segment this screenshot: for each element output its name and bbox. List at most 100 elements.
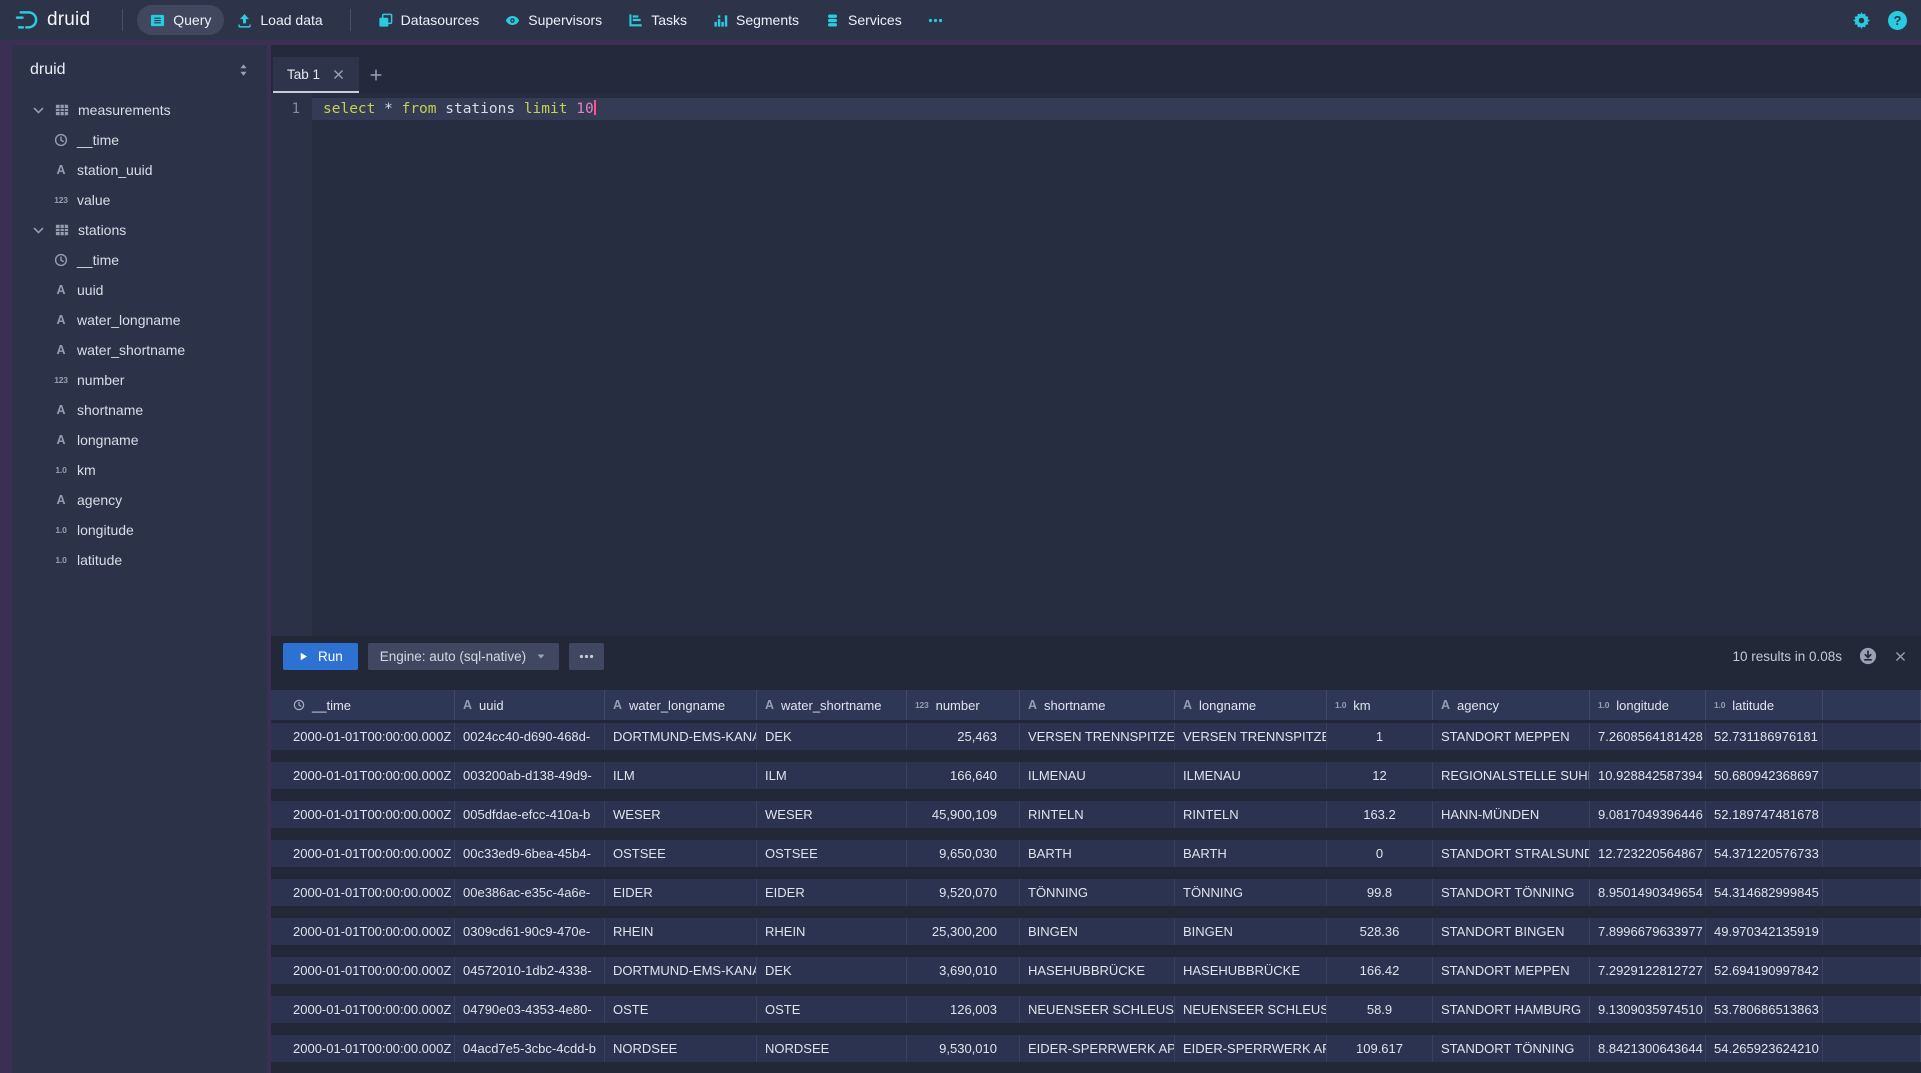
tree-column-longname[interactable]: Alongname	[12, 425, 267, 455]
table-cell-agency[interactable]: STANDORT MEPPEN	[1433, 957, 1590, 984]
tree-column-water-longname[interactable]: Awater_longname	[12, 305, 267, 335]
table-cell--time[interactable]: 2000-01-01T00:00:00.000Z	[285, 1035, 455, 1062]
header-cell-longname[interactable]: Alongname	[1175, 690, 1327, 720]
header-cell-uuid[interactable]: Auuid	[455, 690, 605, 720]
tree-column-value[interactable]: 123value	[12, 185, 267, 215]
new-tab-button[interactable]	[359, 57, 393, 93]
tree-table-stations[interactable]: stations	[12, 215, 267, 245]
table-cell-water-shortname[interactable]: OSTSEE	[757, 840, 907, 867]
table-cell-longitude[interactable]: 8.9501490349654	[1590, 879, 1706, 906]
table-cell-water-longname[interactable]: ILM	[605, 762, 757, 789]
table-cell-uuid[interactable]: 0024cc40-d690-468d-	[455, 723, 605, 750]
table-cell-km[interactable]: 163.2	[1327, 801, 1433, 828]
table-cell--time[interactable]: 2000-01-01T00:00:00.000Z	[285, 762, 455, 789]
sort-icon[interactable]	[238, 63, 249, 77]
table-cell-longitude[interactable]: 7.2608564181428	[1590, 723, 1706, 750]
table-cell-number[interactable]: 3,690,010	[907, 957, 1020, 984]
table-cell-water-longname[interactable]: RHEIN	[605, 918, 757, 945]
table-cell-uuid[interactable]: 0309cd61-90c9-470e-	[455, 918, 605, 945]
run-button[interactable]: Run	[283, 643, 358, 670]
tree-column-shortname[interactable]: Ashortname	[12, 395, 267, 425]
table-cell-uuid[interactable]: 04acd7e5-3cbc-4cdd-b	[455, 1035, 605, 1062]
table-cell-shortname[interactable]: ILMENAU	[1020, 762, 1175, 789]
table-cell-shortname[interactable]: NEUENSEER SCHLEUSE	[1020, 996, 1175, 1023]
table-cell-agency[interactable]: STANDORT MEPPEN	[1433, 723, 1590, 750]
table-cell-water-longname[interactable]: EIDER	[605, 879, 757, 906]
table-cell--time[interactable]: 2000-01-01T00:00:00.000Z	[285, 918, 455, 945]
table-cell-agency[interactable]: STANDORT TÖNNING	[1433, 1035, 1590, 1062]
header-cell-water-longname[interactable]: Awater_longname	[605, 690, 757, 720]
table-cell-number[interactable]: 25,300,200	[907, 918, 1020, 945]
tree-column-station-uuid[interactable]: Astation_uuid	[12, 155, 267, 185]
header-cell-shortname[interactable]: Ashortname	[1020, 690, 1175, 720]
nav-item-tasks[interactable]: Tasks	[615, 5, 700, 35]
table-cell-water-longname[interactable]: DORTMUND-EMS-KANAL	[605, 723, 757, 750]
table-cell-water-shortname[interactable]: OSTE	[757, 996, 907, 1023]
table-cell-water-shortname[interactable]: NORDSEE	[757, 1035, 907, 1062]
table-cell-agency[interactable]: STANDORT BINGEN	[1433, 918, 1590, 945]
header-cell-agency[interactable]: Aagency	[1433, 690, 1590, 720]
table-cell-km[interactable]: 99.8	[1327, 879, 1433, 906]
table-cell-longitude[interactable]: 8.8421300643644	[1590, 1035, 1706, 1062]
header-cell-longitude[interactable]: 1.0longitude	[1590, 690, 1706, 720]
table-cell-number[interactable]: 9,650,030	[907, 840, 1020, 867]
table-cell-km[interactable]: 12	[1327, 762, 1433, 789]
settings-gear-icon[interactable]	[1853, 12, 1870, 29]
table-cell-shortname[interactable]: TÖNNING	[1020, 879, 1175, 906]
tree-column-latitude[interactable]: 1.0latitude	[12, 545, 267, 575]
table-cell--time[interactable]: 2000-01-01T00:00:00.000Z	[285, 996, 455, 1023]
table-cell-longitude[interactable]: 9.0817049396446	[1590, 801, 1706, 828]
table-cell-longname[interactable]: EIDER-SPERRWERK AP	[1175, 1035, 1327, 1062]
table-cell-water-shortname[interactable]: WESER	[757, 801, 907, 828]
table-cell--time[interactable]: 2000-01-01T00:00:00.000Z	[285, 879, 455, 906]
table-cell-uuid[interactable]: 00e386ac-e35c-4a6e-	[455, 879, 605, 906]
code-area[interactable]: select * from stations limit 10	[312, 93, 1921, 636]
table-cell-water-shortname[interactable]: DEK	[757, 723, 907, 750]
header-cell--time[interactable]: __time	[285, 690, 455, 720]
nav-item-services[interactable]: Services	[812, 5, 915, 35]
brand[interactable]: druid	[14, 8, 90, 33]
table-cell-uuid[interactable]: 04572010-1db2-4338-	[455, 957, 605, 984]
table-cell-uuid[interactable]: 04790e03-4353-4e80-	[455, 996, 605, 1023]
table-cell-shortname[interactable]: VERSEN TRENNSPITZE	[1020, 723, 1175, 750]
table-cell-number[interactable]: 9,520,070	[907, 879, 1020, 906]
help-icon[interactable]: ?	[1888, 11, 1907, 30]
table-cell-uuid[interactable]: 003200ab-d138-49d9-	[455, 762, 605, 789]
table-cell-uuid[interactable]: 00c33ed9-6bea-45b4-	[455, 840, 605, 867]
table-cell-longname[interactable]: RINTELN	[1175, 801, 1327, 828]
table-cell-shortname[interactable]: EIDER-SPERRWERK AP	[1020, 1035, 1175, 1062]
table-cell-water-longname[interactable]: WESER	[605, 801, 757, 828]
table-cell-latitude[interactable]: 54.265923624210	[1706, 1035, 1823, 1062]
table-cell--time[interactable]: 2000-01-01T00:00:00.000Z	[285, 723, 455, 750]
table-cell-agency[interactable]: STANDORT STRALSUND	[1433, 840, 1590, 867]
table-cell-longname[interactable]: HASEHUBBRÜCKE	[1175, 957, 1327, 984]
table-cell-latitude[interactable]: 54.314682999845	[1706, 879, 1823, 906]
table-cell-shortname[interactable]: RINTELN	[1020, 801, 1175, 828]
table-cell-km[interactable]: 58.9	[1327, 996, 1433, 1023]
header-cell-number[interactable]: 123number	[907, 690, 1020, 720]
table-cell-latitude[interactable]: 49.970342135919	[1706, 918, 1823, 945]
table-cell-water-shortname[interactable]: DEK	[757, 957, 907, 984]
engine-select[interactable]: Engine: auto (sql-native)	[368, 643, 559, 670]
table-cell-agency[interactable]: HANN-MÜNDEN	[1433, 801, 1590, 828]
table-cell-longname[interactable]: NEUENSEER SCHLEUSE	[1175, 996, 1327, 1023]
tree-column--time[interactable]: __time	[12, 125, 267, 155]
table-cell-water-longname[interactable]: OSTSEE	[605, 840, 757, 867]
table-cell-shortname[interactable]: BINGEN	[1020, 918, 1175, 945]
table-cell-latitude[interactable]: 54.371220576733	[1706, 840, 1823, 867]
table-cell-longname[interactable]: VERSEN TRENNSPITZE	[1175, 723, 1327, 750]
tree-column-water-shortname[interactable]: Awater_shortname	[12, 335, 267, 365]
table-cell-km[interactable]: 0	[1327, 840, 1433, 867]
nav-item-query[interactable]: Query	[137, 5, 224, 35]
table-cell-km[interactable]: 109.617	[1327, 1035, 1433, 1062]
tab-tab-1[interactable]: Tab 1	[273, 57, 359, 93]
nav-item-more[interactable]	[915, 5, 956, 35]
table-cell-number[interactable]: 45,900,109	[907, 801, 1020, 828]
table-cell-number[interactable]: 25,463	[907, 723, 1020, 750]
table-cell-water-shortname[interactable]: ILM	[757, 762, 907, 789]
table-cell-agency[interactable]: STANDORT HAMBURG	[1433, 996, 1590, 1023]
tree-table-measurements[interactable]: measurements	[12, 95, 267, 125]
table-cell-latitude[interactable]: 52.731186976181	[1706, 723, 1823, 750]
nav-item-load-data[interactable]: Load data	[224, 5, 335, 35]
nav-item-datasources[interactable]: Datasources	[365, 5, 493, 35]
